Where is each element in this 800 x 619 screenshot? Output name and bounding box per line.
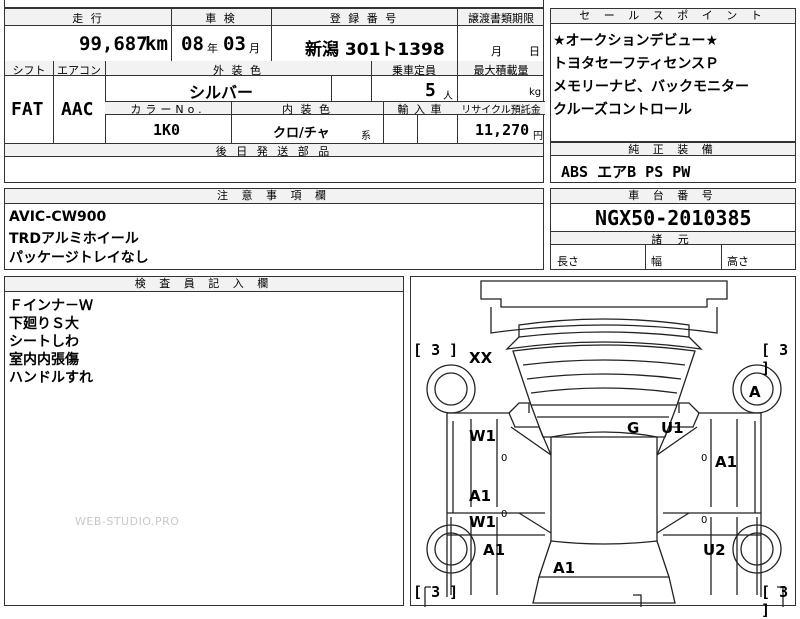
standard-equipment-header: 純 正 装 備 <box>551 142 795 156</box>
dimensions-header: 諸 元 <box>651 233 695 246</box>
inspector-line-2: 下廻りＳ大 <box>9 316 79 332</box>
mileage-value: 99,687 <box>79 33 148 55</box>
inspection-month: 03 <box>223 33 246 55</box>
aircon-header: エアコン <box>57 64 101 77</box>
dimension-width-label: 幅 <box>651 255 662 268</box>
tire-left-top-value: 3 <box>431 341 441 359</box>
capacity-header: 乗車定員 <box>392 64 436 77</box>
inspection-year-unit: 年 <box>207 42 218 55</box>
inspector-line-1: Ｆインナ－Ｗ <box>9 298 93 314</box>
max-load-unit: kg <box>529 87 542 98</box>
color-no-value: 1K0 <box>153 121 181 139</box>
inspector-line-5: ハンドルすれ <box>9 370 93 386</box>
interior-color-header: 内 装 色 <box>282 103 332 116</box>
aircon-value: AAC <box>61 99 94 120</box>
damage-left-rear-door-w: W1 <box>469 513 496 531</box>
inspection-header: 車 検 <box>205 12 237 25</box>
notes-header: 注 意 事 項 欄 <box>5 189 543 204</box>
tire-right-bottom-bracket: [ 3 ] <box>761 583 789 619</box>
standard-equipment-box: 純 正 装 備 ABS エアB PS PW <box>550 142 796 183</box>
tire-left-bottom-bracket: [ 3 ] <box>413 583 459 601</box>
door-handle-right-front: 0 <box>701 453 708 464</box>
notes-line-2: TRDアルミホイール <box>9 231 139 247</box>
sales-points-box: セ ー ル ス ポ イ ン ト ★オークションデビュー★ トヨタセーフティセンス… <box>550 8 796 142</box>
interior-color-value: クロ/チャ <box>273 126 330 141</box>
door-handle-left-rear: 0 <box>501 509 508 520</box>
import-header: 輸 入 車 <box>397 103 443 116</box>
registration-header: 登 録 番 号 <box>329 12 399 25</box>
damage-windshield: G <box>627 419 640 437</box>
shift-value: FAT <box>11 99 44 120</box>
notes-line-1: AVIC-CW900 <box>9 209 107 225</box>
tire-right-top-bracket: [ 3 ] <box>761 341 789 377</box>
damage-right-front-door: A1 <box>715 453 738 471</box>
damage-left-rear-fender: A1 <box>483 541 506 559</box>
damage-right-pillar: U1 <box>661 419 684 437</box>
tire-right-bottom-value: 3 <box>779 583 789 601</box>
interior-color-suffix: 系 <box>361 131 371 142</box>
transfer-day-unit: 日 <box>529 45 540 58</box>
dimension-height-label: 高さ <box>727 255 749 268</box>
tire-right-top-value: 3 <box>779 341 789 359</box>
shift-header: シフト <box>12 64 46 77</box>
inspector-line-4: 室内内張傷 <box>9 352 79 368</box>
mileage-unit: km <box>145 33 168 55</box>
recycle-fee-value: 11,270 <box>475 121 530 139</box>
capacity-value: 5 <box>425 80 436 101</box>
inspector-box: 検 査 員 記 入 欄 Ｆインナ－Ｗ 下廻りＳ大 シートしわ 室内内張傷 ハンド… <box>4 276 404 606</box>
sales-point-1: ★オークションデビュー★ <box>553 33 719 49</box>
max-load-header: 最大積載量 <box>473 64 529 77</box>
later-parts-header: 後 日 発 送 部 品 <box>215 145 333 158</box>
sales-point-3: メモリーナビ、バックモニター <box>553 79 749 95</box>
sales-point-4: クルーズコントロール <box>553 102 692 118</box>
inspection-year: 08 <box>181 33 204 55</box>
dimension-length-label: 長さ <box>557 255 579 268</box>
notes-line-3: パッケージトレイなし <box>9 250 149 266</box>
top-clip-strip <box>4 0 544 8</box>
capacity-unit: 人 <box>443 91 453 102</box>
vehicle-info-table: 走 行 車 検 登 録 番 号 譲渡書類期限 99,687 km 08 年 03… <box>4 8 545 183</box>
door-handle-left-front: 0 <box>501 453 508 464</box>
notes-box: 注 意 事 項 欄 AVIC-CW900 TRDアルミホイール パッケージトレイ… <box>4 188 544 270</box>
chassis-box: 車 台 番 号 NGX50-2010385 諸 元 長さ 幅 高さ <box>550 188 796 270</box>
damage-right-rear-fender: U2 <box>703 541 726 559</box>
inspection-month-unit: 月 <box>249 42 260 55</box>
sales-points-header: セ ー ル ス ポ イ ン ト <box>551 9 795 24</box>
damage-front-left-fender: XX <box>469 349 493 367</box>
sales-point-2: トヨタセーフティセンスＰ <box>553 56 720 72</box>
watermark: WEB-STUDIO.PRO <box>75 515 180 528</box>
tire-left-top-bracket: [ 3 ] <box>413 341 459 359</box>
car-diagram-box: [ 3 ] [ 3 ] [ 3 ] [ 3 ] XX A G U1 W1 A1 … <box>410 276 796 619</box>
transfer-month-unit: 月 <box>491 45 502 58</box>
tire-left-bottom-value: 3 <box>431 583 441 601</box>
color-no-header: カラーNo. <box>130 103 206 116</box>
inspector-header: 検 査 員 記 入 欄 <box>5 277 403 292</box>
damage-front-right-wheel: A <box>749 383 761 401</box>
mileage-header: 走 行 <box>72 12 104 25</box>
chassis-number: NGX50-2010385 <box>595 206 752 230</box>
damage-left-front-door: W1 <box>469 427 496 445</box>
damage-left-rear-door-a: A1 <box>469 487 492 505</box>
exterior-color-value: シルバー <box>189 83 254 102</box>
transfer-deadline-header: 譲渡書類期限 <box>468 12 534 25</box>
damage-rear: A1 <box>553 559 576 577</box>
recycle-fee-unit: 円 <box>533 131 543 142</box>
standard-equipment-value: ABS エアB PS PW <box>561 163 691 181</box>
chassis-header: 車 台 番 号 <box>551 189 795 204</box>
recycle-fee-header: リサイクル預託金 <box>461 105 541 116</box>
registration-number: 新潟 301ト1398 <box>305 40 445 60</box>
inspector-line-3: シートしわ <box>9 334 79 350</box>
door-handle-right-rear: 0 <box>701 515 708 526</box>
